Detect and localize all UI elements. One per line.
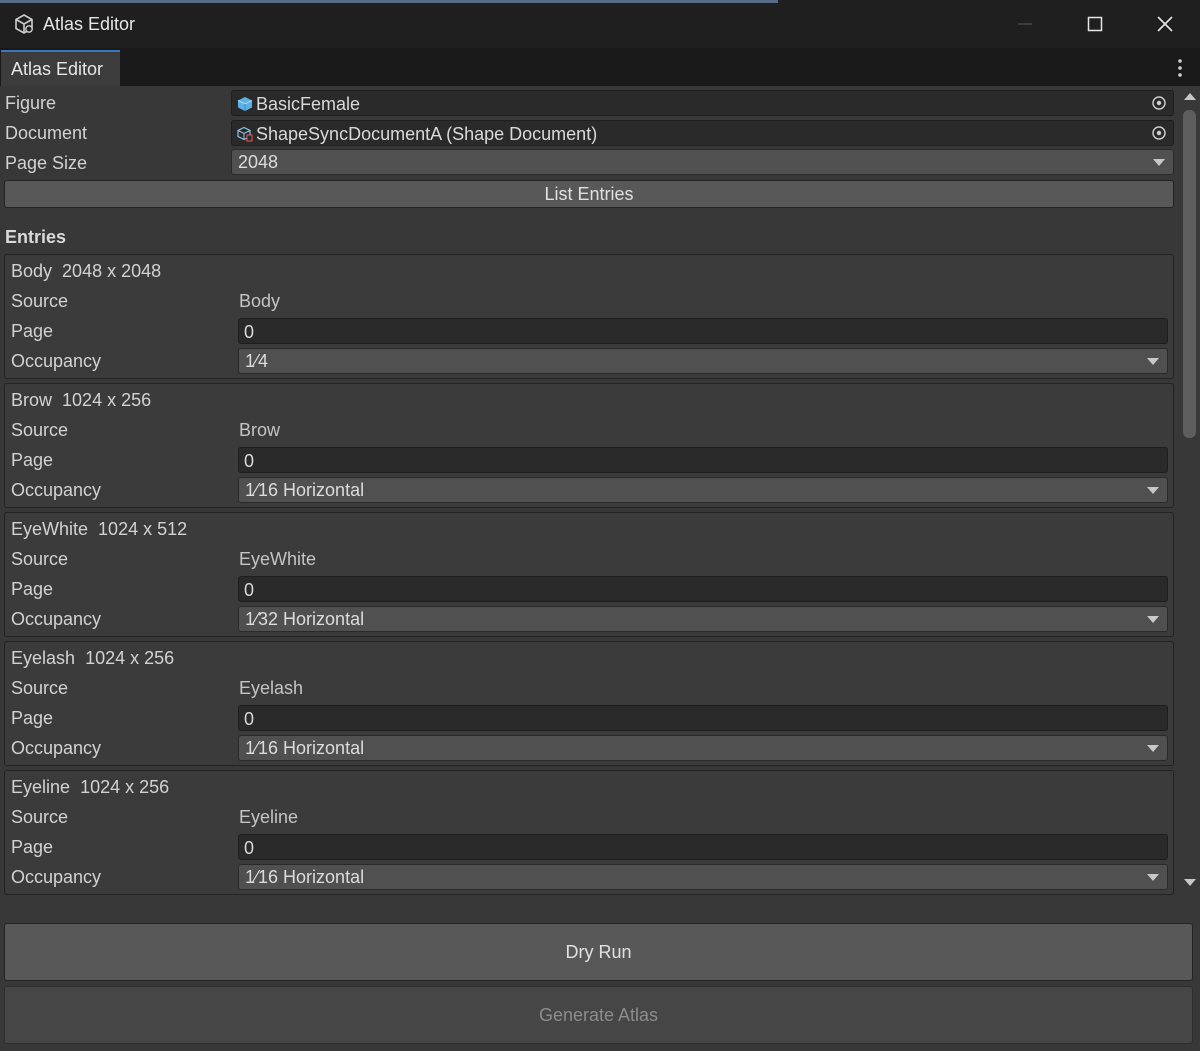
scrollbar-thumb[interactable] <box>1183 110 1196 438</box>
window-title: Atlas Editor <box>43 14 136 34</box>
generate-atlas-button[interactable]: Generate Atlas <box>4 986 1193 1044</box>
occupancy-value: 1⁄16 Horizontal <box>245 738 365 758</box>
scroll-up-arrow-icon[interactable] <box>1184 93 1196 100</box>
entry-occupancy-dropdown[interactable]: 1⁄16 Horizontal <box>238 477 1168 503</box>
occupancy-value: 1⁄16 Horizontal <box>245 480 365 500</box>
page-size-label: Page Size <box>5 153 88 173</box>
entry-name: Eyeline <box>11 777 71 797</box>
occupancy-label: Occupancy <box>11 867 102 887</box>
entry-card-eyeline: Eyeline 1024 x 256 Source Eyeline Page 0… <box>4 770 1174 895</box>
entry-card-eyelash: Eyelash 1024 x 256 Source Eyelash Page 0… <box>4 641 1174 766</box>
document-object-field[interactable]: ShapeSyncDocumentA (Shape Document) <box>231 120 1174 146</box>
chevron-down-icon <box>1147 745 1159 752</box>
page-label: Page <box>11 321 54 341</box>
occupancy-label: Occupancy <box>11 609 102 629</box>
entry-card-eyewhite: EyeWhite 1024 x 512 Source EyeWhite Page… <box>4 512 1174 637</box>
entry-header: Eyeline 1024 x 256 <box>11 777 169 798</box>
kebab-menu-icon[interactable] <box>1172 58 1188 78</box>
entry-size: 1024 x 256 <box>80 777 170 797</box>
page-label: Page <box>11 450 54 470</box>
source-label: Source <box>11 549 69 569</box>
source-label: Source <box>11 678 69 698</box>
chevron-down-icon <box>1147 487 1159 494</box>
minimize-icon <box>1018 23 1032 25</box>
entry-card-brow: Brow 1024 x 256 Source Brow Page 0 Occup… <box>4 383 1174 508</box>
entry-header: EyeWhite 1024 x 512 <box>11 519 187 540</box>
entry-name: EyeWhite <box>11 519 89 539</box>
maximize-icon <box>1087 16 1103 32</box>
window-titlebar: Atlas Editor <box>0 0 1200 48</box>
entry-page-field[interactable]: 0 <box>238 447 1168 473</box>
entry-source-value: Eyelash <box>239 678 304 698</box>
chevron-down-icon <box>1147 874 1159 881</box>
entry-header: Eyelash 1024 x 256 <box>11 648 174 669</box>
entry-page-field[interactable]: 0 <box>238 318 1168 344</box>
entry-source-value: Body <box>239 291 281 311</box>
occupancy-label: Occupancy <box>11 738 102 758</box>
prefab-cube-icon <box>237 97 253 111</box>
object-picker-icon[interactable] <box>1151 125 1167 141</box>
occupancy-value: 1⁄16 Horizontal <box>245 867 365 887</box>
titlebar-accent-line <box>0 0 778 3</box>
entry-occupancy-dropdown[interactable]: 1⁄16 Horizontal <box>238 735 1168 761</box>
unity-cubes-icon <box>15 14 33 34</box>
entry-size: 1024 x 256 <box>62 390 152 410</box>
entry-source-value: Eyeline <box>239 807 299 827</box>
entry-name: Body <box>11 261 53 281</box>
entry-occupancy-dropdown[interactable]: 1⁄4 <box>238 348 1168 374</box>
figure-object-field[interactable]: BasicFemale <box>231 90 1174 116</box>
occupancy-value: 1⁄32 Horizontal <box>245 609 365 629</box>
page-label: Page <box>11 708 54 728</box>
page-label: Page <box>11 579 54 599</box>
entry-page-field[interactable]: 0 <box>238 834 1168 860</box>
entry-name: Eyelash <box>11 648 76 668</box>
occupancy-label: Occupancy <box>11 480 102 500</box>
entry-size: 1024 x 256 <box>85 648 175 668</box>
maximize-button[interactable] <box>1060 0 1130 48</box>
entry-header: Body 2048 x 2048 <box>11 261 161 282</box>
tab-atlas-editor[interactable]: Atlas Editor <box>1 50 120 86</box>
figure-value: BasicFemale <box>256 94 361 114</box>
entry-header: Brow 1024 x 256 <box>11 390 151 411</box>
entry-card-body: Body 2048 x 2048 Source Body Page 0 Occu… <box>4 254 1174 379</box>
entry-source-value: Brow <box>239 420 281 440</box>
chevron-down-icon <box>1147 616 1159 623</box>
entry-name: Brow <box>11 390 53 410</box>
object-picker-icon[interactable] <box>1151 95 1167 111</box>
entry-size: 2048 x 2048 <box>62 261 162 281</box>
entries-heading: Entries <box>5 227 67 247</box>
dry-run-button[interactable]: Dry Run <box>4 923 1193 981</box>
source-label: Source <box>11 420 69 440</box>
page-size-value: 2048 <box>238 152 279 172</box>
entry-occupancy-dropdown[interactable]: 1⁄16 Horizontal <box>238 864 1168 890</box>
minimize-button[interactable] <box>990 0 1060 48</box>
scroll-down-arrow-icon[interactable] <box>1184 879 1196 886</box>
entry-page-field[interactable]: 0 <box>238 576 1168 602</box>
figure-label: Figure <box>5 93 57 113</box>
tab-bar: Atlas Editor <box>0 48 1200 86</box>
occupancy-value: 1⁄4 <box>245 351 269 371</box>
document-label: Document <box>5 123 88 143</box>
entries-scroll-view[interactable]: Body 2048 x 2048 Source Body Page 0 Occu… <box>0 253 1180 895</box>
close-button[interactable] <box>1130 0 1200 48</box>
list-entries-button[interactable]: List Entries <box>4 180 1174 208</box>
page-size-dropdown[interactable]: 2048 <box>231 149 1174 175</box>
close-icon <box>1157 16 1173 32</box>
chevron-down-icon <box>1147 358 1159 365</box>
document-value: ShapeSyncDocumentA (Shape Document) <box>256 124 598 144</box>
occupancy-label: Occupancy <box>11 351 102 371</box>
entry-source-value: EyeWhite <box>239 549 317 569</box>
source-label: Source <box>11 291 69 311</box>
page-label: Page <box>11 837 54 857</box>
source-label: Source <box>11 807 69 827</box>
entry-page-field[interactable]: 0 <box>238 705 1168 731</box>
scriptable-object-icon <box>237 126 253 142</box>
entry-size: 1024 x 512 <box>98 519 188 539</box>
chevron-down-icon <box>1153 159 1165 166</box>
entry-occupancy-dropdown[interactable]: 1⁄32 Horizontal <box>238 606 1168 632</box>
